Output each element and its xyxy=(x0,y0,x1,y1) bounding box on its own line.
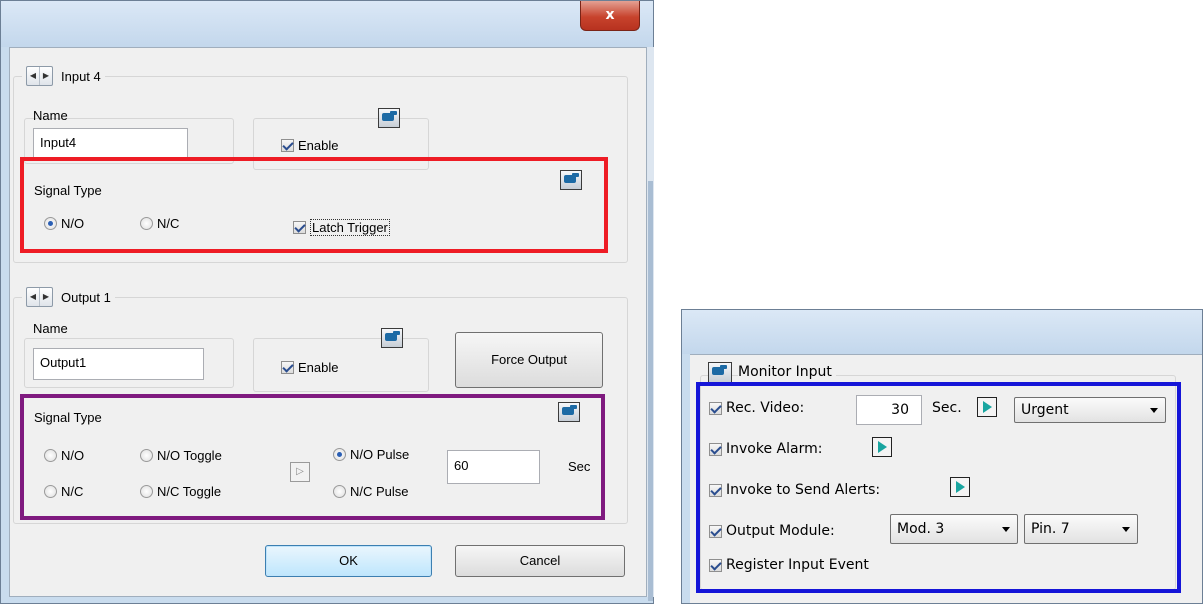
force-output-button[interactable]: Force Output xyxy=(455,332,603,388)
input-signal-type-highlight xyxy=(20,157,608,253)
panel-title-bar xyxy=(682,310,1202,354)
radio-unselected-icon xyxy=(140,217,153,230)
chevron-down-icon xyxy=(1002,527,1010,532)
input-signal-type-label: Signal Type xyxy=(34,183,102,198)
latch-trigger-checkbox[interactable]: Latch Trigger xyxy=(293,219,390,236)
input-enable-checkbox[interactable]: Enable xyxy=(281,138,338,153)
radio-selected-icon xyxy=(333,448,346,461)
checkbox-checked-icon xyxy=(709,442,722,456)
output-module-checkbox[interactable]: Output Module: xyxy=(709,523,835,539)
pin-dropdown[interactable]: Pin. 7 xyxy=(1024,514,1138,544)
priority-selected: Urgent xyxy=(1021,402,1069,418)
output-enable-label: Enable xyxy=(298,360,339,375)
output-signal-type-label: Signal Type xyxy=(34,410,102,425)
radio-unselected-icon xyxy=(140,485,153,498)
output-enable-checkbox[interactable]: Enable xyxy=(281,360,338,375)
scrollbar-thumb[interactable] xyxy=(648,181,653,601)
output-radio-no-toggle-label: N/O Toggle xyxy=(157,448,222,463)
priority-dropdown[interactable]: Urgent xyxy=(1014,397,1166,423)
invoke-alerts-checkbox[interactable]: Invoke to Send Alerts: xyxy=(709,482,880,498)
play-arrow-icon[interactable]: ▷ xyxy=(290,462,310,482)
hand-pointer-icon[interactable] xyxy=(558,402,580,422)
output-name-field[interactable]: Output1 xyxy=(33,348,204,380)
play-arrow-icon[interactable] xyxy=(977,397,997,417)
output-radio-nc-toggle-label: N/C Toggle xyxy=(157,484,222,499)
output-group-title: Output 1 xyxy=(61,289,111,305)
pulse-sec-label: Sec xyxy=(568,459,591,474)
checkbox-checked-icon xyxy=(709,483,722,497)
hand-pointer-icon[interactable] xyxy=(560,170,582,190)
latch-trigger-label: Latch Trigger xyxy=(310,219,390,236)
register-input-event-label: Register Input Event xyxy=(726,557,869,573)
invoke-alerts-label: Invoke to Send Alerts: xyxy=(726,482,881,498)
close-icon: x xyxy=(605,7,615,23)
output-radio-nc-pulse[interactable]: N/C Pulse xyxy=(333,484,409,499)
rec-video-checkbox[interactable]: Rec. Video: xyxy=(709,400,804,416)
output-group-header: ◀ ▶ Output 1 xyxy=(22,287,115,307)
left-arrow-icon[interactable]: ◀ xyxy=(27,288,40,306)
play-arrow-icon[interactable] xyxy=(950,477,970,497)
close-button[interactable]: x xyxy=(580,1,640,31)
radio-unselected-icon xyxy=(140,449,153,462)
rec-video-seconds-field[interactable]: 30 xyxy=(856,395,922,425)
checkbox-checked-icon xyxy=(281,361,294,374)
hand-pointer-icon[interactable] xyxy=(378,108,400,128)
ok-button[interactable]: OK xyxy=(265,545,432,577)
right-arrow-icon[interactable]: ▶ xyxy=(40,288,52,306)
input-group-title: Input 4 xyxy=(61,68,101,84)
radio-unselected-icon xyxy=(44,485,57,498)
input-name-field[interactable]: Input4 xyxy=(33,128,188,158)
invoke-alarm-checkbox[interactable]: Invoke Alarm: xyxy=(709,441,822,457)
radio-unselected-icon xyxy=(333,485,346,498)
input-radio-nc-label: N/C xyxy=(157,216,180,231)
output-module-label: Output Module: xyxy=(726,523,835,539)
radio-selected-icon xyxy=(44,217,57,230)
input-radio-no-label: N/O xyxy=(61,216,85,231)
checkbox-checked-icon xyxy=(281,139,294,152)
output-radio-no[interactable]: N/O xyxy=(44,448,84,463)
output-radio-no-pulse[interactable]: N/O Pulse xyxy=(333,447,409,462)
hand-pointer-icon[interactable] xyxy=(708,362,732,383)
input-enable-label: Enable xyxy=(298,138,339,153)
hand-pointer-icon[interactable] xyxy=(381,328,403,348)
output-nav-arrows[interactable]: ◀ ▶ xyxy=(26,287,53,307)
rec-video-label: Rec. Video: xyxy=(726,400,805,416)
output-name-label: Name xyxy=(33,321,68,336)
cancel-button[interactable]: Cancel xyxy=(455,545,625,577)
monitor-input-title: Monitor Input xyxy=(738,364,836,380)
output-radio-no-label: N/O xyxy=(61,448,85,463)
register-input-event-checkbox[interactable]: Register Input Event xyxy=(709,557,869,573)
output-radio-no-toggle[interactable]: N/O Toggle xyxy=(140,448,222,463)
output-radio-nc[interactable]: N/C xyxy=(44,484,83,499)
output-radio-nc-pulse-label: N/C Pulse xyxy=(350,484,409,499)
rec-video-sec-label: Sec. xyxy=(932,400,962,416)
play-arrow-icon[interactable] xyxy=(872,437,892,457)
chevron-down-icon xyxy=(1150,408,1158,413)
pulse-seconds-field[interactable]: 60 xyxy=(447,450,540,484)
right-arrow-icon[interactable]: ▶ xyxy=(40,67,52,85)
output-radio-nc-label: N/C xyxy=(61,484,84,499)
input-name-label: Name xyxy=(33,108,68,123)
chevron-down-icon xyxy=(1122,527,1130,532)
pin-selected: Pin. 7 xyxy=(1031,521,1070,537)
input-radio-nc[interactable]: N/C xyxy=(140,216,179,231)
invoke-alarm-label: Invoke Alarm: xyxy=(726,441,823,457)
checkbox-checked-icon xyxy=(709,524,722,538)
input-nav-arrows[interactable]: ◀ ▶ xyxy=(26,66,53,86)
checkbox-checked-icon xyxy=(709,558,722,572)
module-selected: Mod. 3 xyxy=(897,521,945,537)
output-radio-nc-toggle[interactable]: N/C Toggle xyxy=(140,484,221,499)
left-arrow-icon[interactable]: ◀ xyxy=(27,67,40,85)
checkbox-checked-icon xyxy=(293,221,306,234)
output-radio-no-pulse-label: N/O Pulse xyxy=(350,447,410,462)
input-radio-no[interactable]: N/O xyxy=(44,216,84,231)
radio-unselected-icon xyxy=(44,449,57,462)
dialog-title-bar xyxy=(1,1,653,47)
checkbox-checked-icon xyxy=(709,401,722,415)
input-group-header: ◀ ▶ Input 4 xyxy=(22,66,105,86)
module-dropdown[interactable]: Mod. 3 xyxy=(890,514,1018,544)
